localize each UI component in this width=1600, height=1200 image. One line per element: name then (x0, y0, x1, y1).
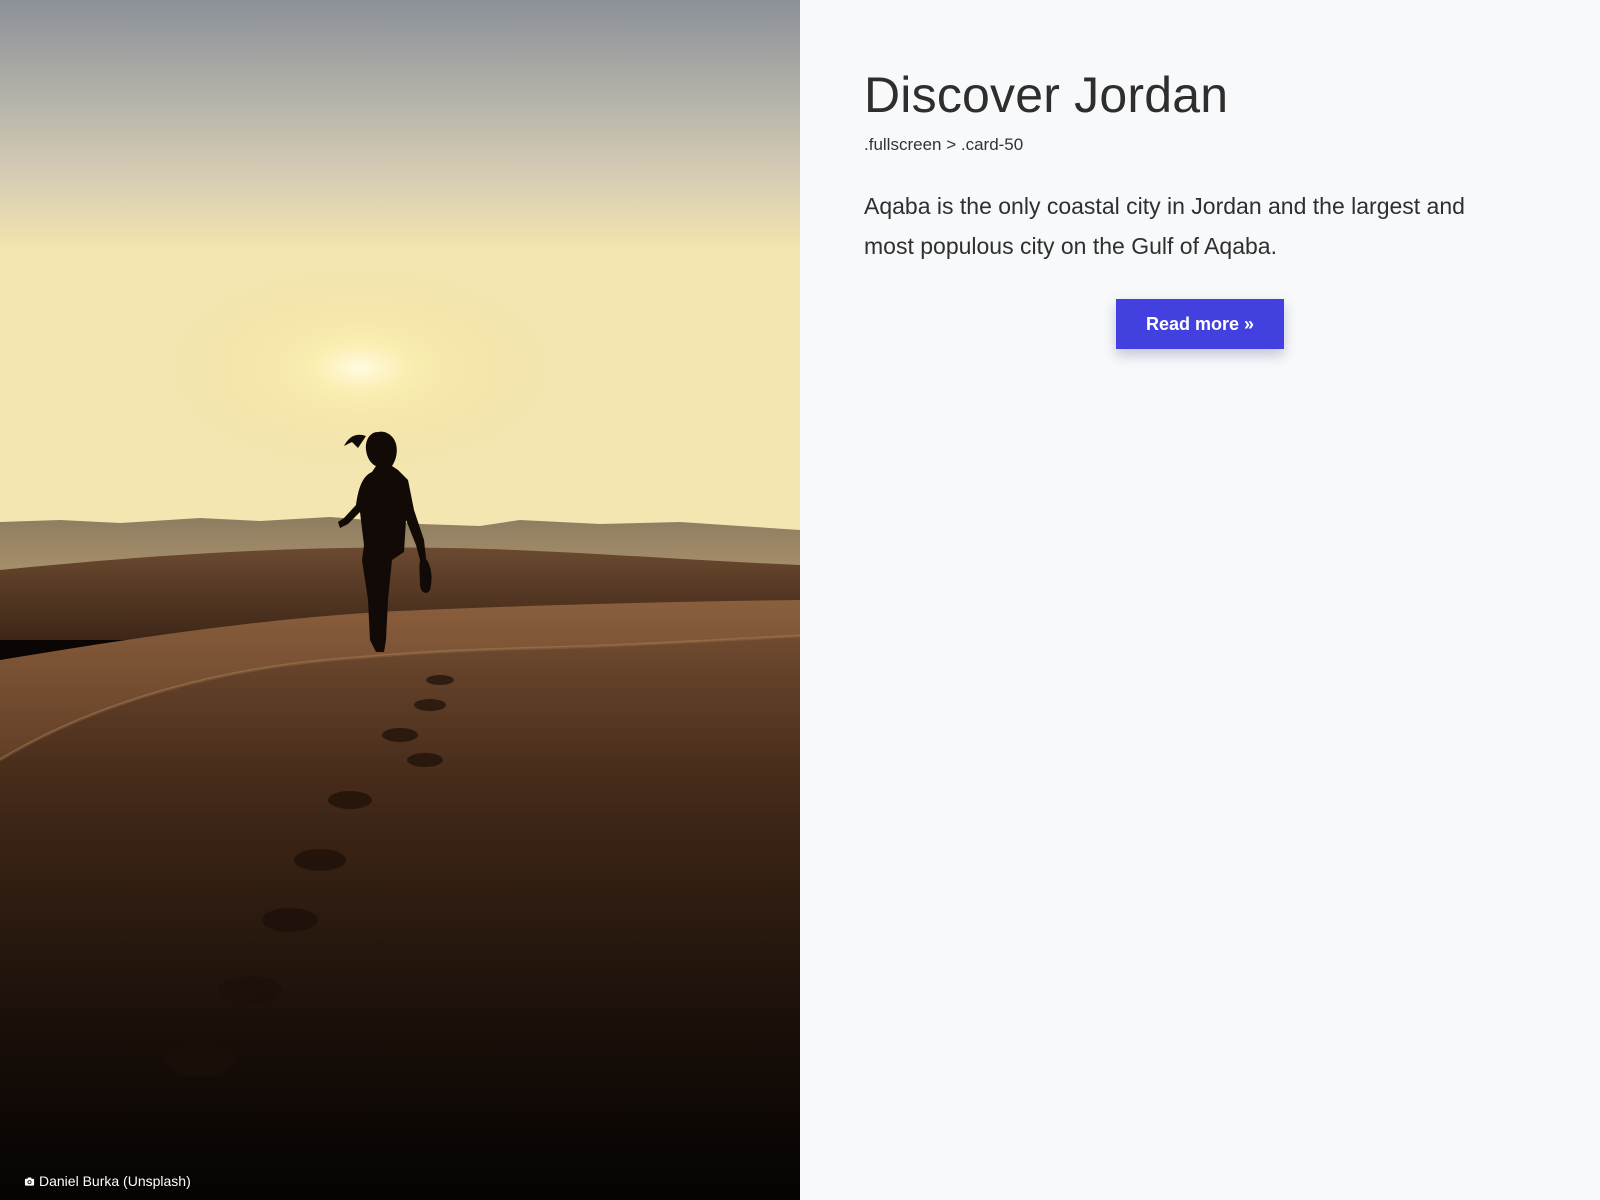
page-title: Discover Jordan (864, 67, 1229, 123)
photo-credit: Daniel Burka (Unsplash) (24, 1172, 191, 1190)
read-more-button[interactable]: Read more » (1115, 299, 1285, 349)
selector-label: .fullscreen > .card-50 (864, 135, 1024, 154)
card-description: Aqaba is the only coastal city in Jordan… (864, 193, 1465, 259)
photo-credit-text: Daniel Burka (Unsplash) (39, 1173, 191, 1189)
card-content: Discover Jordan .fullscreen > .card-50 A… (800, 0, 1600, 1200)
fullscreen-layout: Daniel Burka (Unsplash) Discover Jordan … (0, 0, 1600, 1200)
desert-sunset-image (0, 0, 800, 1200)
camera-icon (24, 1176, 35, 1187)
hero-photo: Daniel Burka (Unsplash) (0, 0, 800, 1200)
button-row: Read more » (864, 299, 1536, 349)
